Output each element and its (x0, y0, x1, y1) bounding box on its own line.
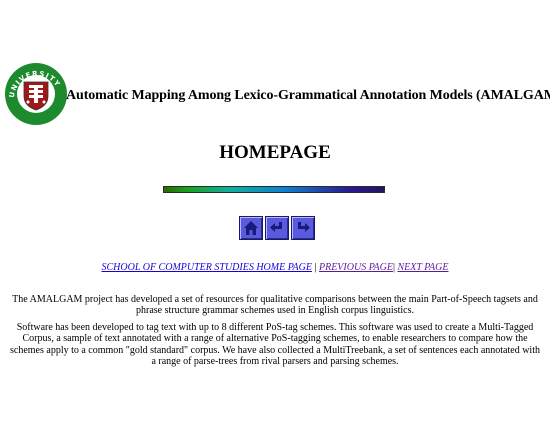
gradient-divider (163, 186, 385, 193)
previous-page-link[interactable]: PREVIOUS PAGE (319, 262, 393, 273)
school-home-link[interactable]: SCHOOL OF COMPUTER STUDIES HOME PAGE (102, 262, 312, 273)
home-icon (244, 221, 258, 235)
nav-icon-bar (239, 216, 315, 240)
university-crest-icon: UNIVERSITY OF LEEDS (0, 56, 67, 125)
link-separator: | (311, 262, 319, 273)
back-button[interactable] (265, 216, 289, 240)
forward-button[interactable] (291, 216, 315, 240)
software-paragraph: Software has been developed to tag text … (10, 322, 540, 368)
university-of-leeds-logo: UNIVERSITY OF LEEDS (0, 56, 68, 126)
back-arrow-icon (270, 222, 282, 232)
home-button[interactable] (239, 216, 263, 240)
page-title: HOMEPAGE (219, 142, 331, 163)
forward-arrow-icon (298, 222, 310, 232)
intro-paragraph: The AMALGAM project has developed a set … (12, 294, 538, 317)
navigation-links: SCHOOL OF COMPUTER STUDIES HOME PAGE | P… (0, 262, 550, 273)
site-title: Automatic Mapping Among Lexico-Grammatic… (66, 88, 550, 103)
next-page-link[interactable]: NEXT PAGE (397, 262, 448, 273)
